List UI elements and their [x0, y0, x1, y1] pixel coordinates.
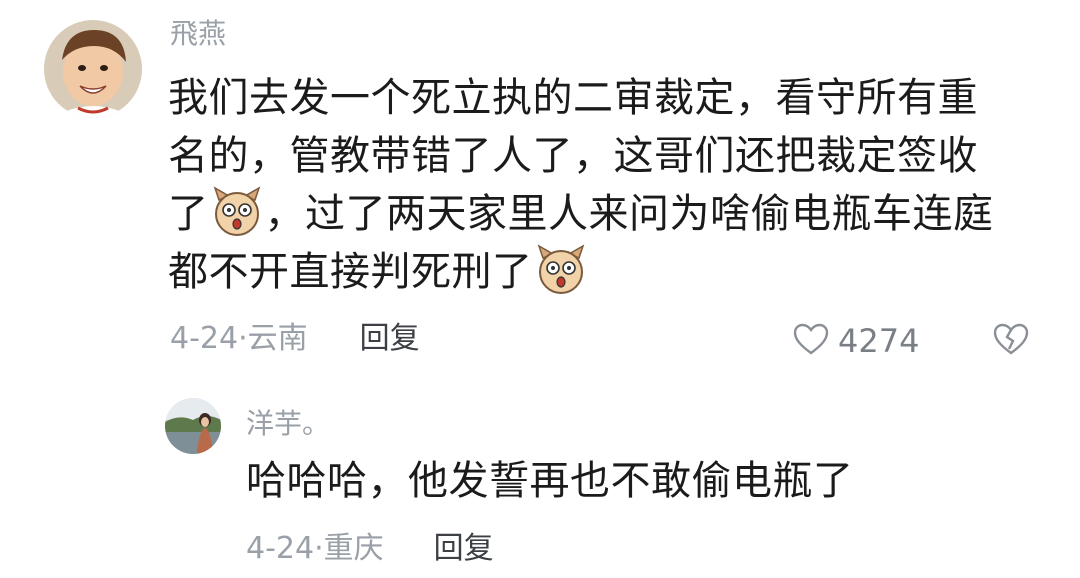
- reply-comment-username[interactable]: 洋芋。: [246, 410, 330, 438]
- landscape-portrait-avatar-image: [165, 398, 221, 454]
- main-comment-text: 我们去发一个死立执的二审裁定，看守所有重 名的，管教带错了人了，这哥们还把裁定签…: [168, 69, 994, 301]
- reply-button[interactable]: 回复: [434, 531, 494, 566]
- main-comment-line-part: 都不开直接判死刑了: [168, 249, 533, 295]
- reply-comment-meta: 4-24·重庆 回复: [246, 534, 494, 564]
- main-comment-meta: 4-24·云南 回复: [170, 324, 420, 354]
- main-comment-line: 都不开直接判死刑了: [168, 243, 994, 301]
- main-comment-line-part: 了: [168, 191, 209, 237]
- avatar-reply-commenter[interactable]: [165, 398, 221, 454]
- comment-location: 重庆: [323, 531, 384, 566]
- comment-date: 4-24: [170, 321, 239, 356]
- avatar-main-commenter[interactable]: [44, 20, 142, 118]
- child-portrait-avatar-image: [44, 20, 142, 118]
- shocked-dog-emoji-icon: [211, 186, 263, 238]
- main-comment-line-part: ，过了两天家里人来问为啥偷电瓶车连庭: [264, 191, 994, 237]
- main-comment-line: 了 ，过了两天家里人来问为啥偷电瓶车连庭: [168, 185, 994, 243]
- reply-comment-text: 哈哈哈，他发誓再也不敢偷电瓶了: [246, 458, 854, 504]
- comment-location: 云南: [247, 321, 308, 356]
- broken-heart-icon: [992, 323, 1030, 360]
- meta-separator: ·: [238, 321, 248, 356]
- main-comment-line: 名的，管教带错了人了，这哥们还把裁定签收: [168, 133, 978, 179]
- main-comment-line: 我们去发一个死立执的二审裁定，看守所有重: [168, 75, 978, 121]
- dislike-button[interactable]: [992, 322, 1030, 360]
- meta-separator: ·: [314, 531, 324, 566]
- comment-date: 4-24: [246, 531, 315, 566]
- shocked-dog-emoji-icon: [535, 244, 587, 296]
- heart-outline-icon: [792, 322, 830, 360]
- main-comment-username[interactable]: 飛燕: [170, 20, 226, 48]
- like-button[interactable]: 4274: [792, 322, 919, 360]
- reply-button[interactable]: 回复: [360, 321, 420, 356]
- like-count: 4274: [838, 322, 920, 360]
